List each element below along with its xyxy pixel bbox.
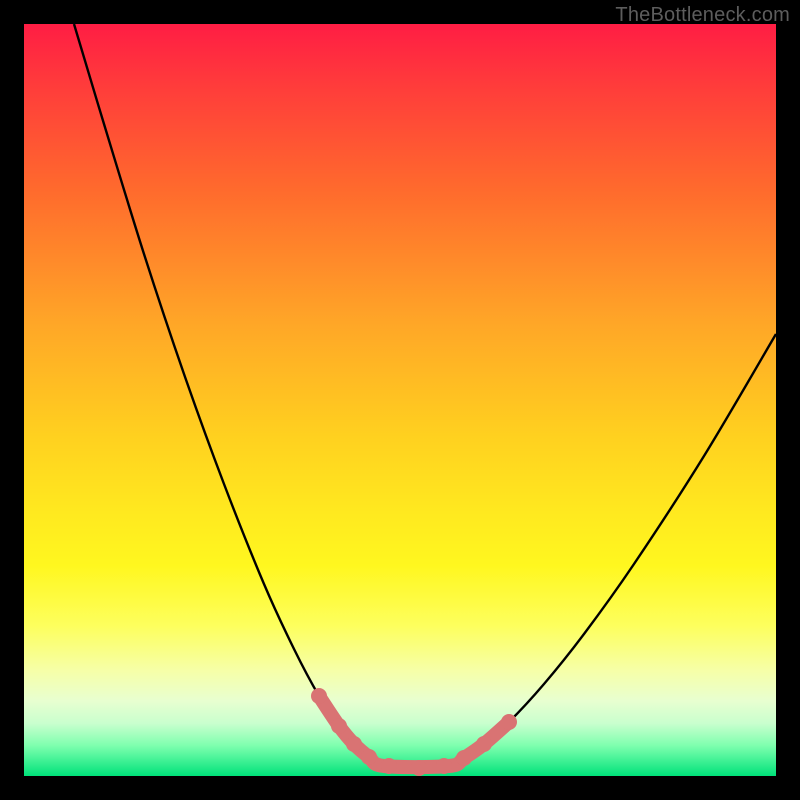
highlight-dot: [476, 736, 492, 752]
highlight-dots: [311, 688, 517, 776]
curve-highlight: [319, 696, 509, 767]
highlight-dot: [346, 736, 362, 752]
chart-plot-area: [24, 24, 776, 776]
highlight-dot: [311, 688, 327, 704]
highlight-dot: [381, 758, 397, 774]
highlight-dot: [331, 718, 347, 734]
chart-svg: [24, 24, 776, 776]
highlight-dot: [436, 758, 452, 774]
watermark-text: TheBottleneck.com: [615, 4, 790, 27]
highlight-dot: [501, 714, 517, 730]
curve-path: [74, 24, 776, 767]
highlight-dot: [411, 760, 427, 776]
highlight-dot: [361, 749, 377, 765]
highlight-dot: [456, 750, 472, 766]
